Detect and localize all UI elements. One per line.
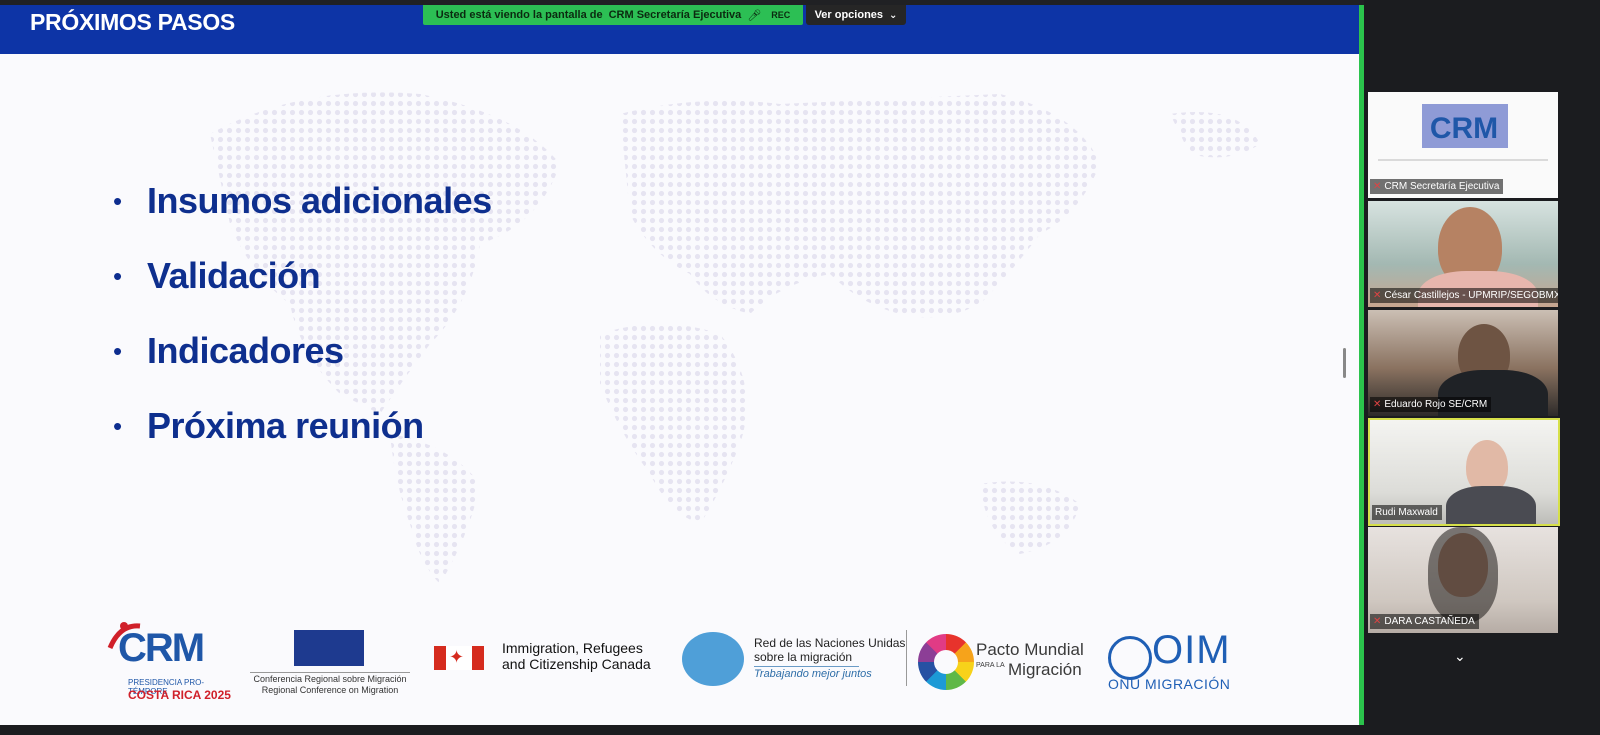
bullet-item: • Próxima reunión bbox=[113, 388, 492, 463]
participant-name: Rudi Maxwald bbox=[1375, 507, 1438, 518]
participant-name: Eduardo Rojo SE/CRM bbox=[1384, 399, 1488, 410]
canada-line1: Immigration, Refugees bbox=[502, 640, 643, 656]
bullet-text: Insumos adicionales bbox=[147, 179, 492, 221]
chevron-down-icon[interactable]: ⌄ bbox=[1454, 648, 1466, 665]
conference-name-en: Regional Conference on Migration bbox=[261, 685, 399, 695]
bullet-text: Indicadores bbox=[147, 329, 344, 371]
bullet-list: • Insumos adicionales • Validación • Indica… bbox=[113, 163, 492, 463]
bullet-text: Próxima reunión bbox=[147, 404, 424, 446]
bullet-item: • Insumos adicionales bbox=[113, 163, 492, 238]
bullet-item: • Indicadores bbox=[113, 313, 492, 388]
crm-wordmark: CRM bbox=[118, 626, 205, 670]
oim-full-name: ONU MIGRACIÓN bbox=[1108, 676, 1231, 692]
un-line2: sobre la migración bbox=[754, 650, 853, 664]
conference-rule bbox=[250, 672, 410, 673]
bullet-dot-icon: • bbox=[113, 185, 123, 216]
pacto-para-la: PARA LA bbox=[976, 662, 1005, 669]
view-options-button[interactable]: Ver opciones ⌄ bbox=[806, 5, 906, 25]
mic-muted-icon: ✕ bbox=[1373, 181, 1382, 192]
sponsor-logos: CRM PRESIDENCIA PRO-TÉMPORE COSTA RICA 2… bbox=[0, 620, 1340, 720]
participant-name-bar: Rudi Maxwald bbox=[1372, 505, 1442, 520]
canada-flag-icon: ✦ bbox=[434, 646, 484, 670]
participant-name: DARA CASTAÑEDA bbox=[1384, 616, 1475, 627]
participant-video-body bbox=[1446, 486, 1536, 524]
canada-logo: ✦ Immigration, Refugees and Citizenship … bbox=[434, 640, 674, 680]
un-line1: Red de las Naciones Unidas bbox=[754, 636, 906, 650]
crm-logo: CRM PRESIDENCIA PRO-TÉMPORE COSTA RICA 2… bbox=[104, 620, 234, 710]
slide-title: PRÓXIMOS PASOS bbox=[30, 9, 235, 35]
participant-name-bar: ✕ DARA CASTAÑEDA bbox=[1370, 614, 1479, 629]
bullet-dot-icon: • bbox=[113, 260, 123, 291]
oim-emblem-icon bbox=[1108, 636, 1152, 680]
presenter-name: CRM Secretaría Ejecutiva bbox=[608, 9, 742, 21]
conference-logo: Conferencia Regional sobre Migración Reg… bbox=[250, 630, 410, 710]
mic-muted-icon: ✕ bbox=[1373, 399, 1382, 410]
conference-name-es: Conferencia Regional sobre Migración bbox=[253, 674, 407, 684]
share-border bbox=[1359, 5, 1364, 725]
panel-resize-handle[interactable] bbox=[1343, 348, 1346, 378]
conference-emblem-icon bbox=[294, 630, 364, 666]
un-rule bbox=[754, 666, 859, 667]
chevron-down-icon: ⌄ bbox=[889, 9, 898, 21]
view-options-label: Ver opciones bbox=[814, 9, 884, 21]
participant-name: César Castillejos - UPMRIP/SEGOBMX bbox=[1384, 290, 1558, 301]
un-globe-icon bbox=[682, 632, 744, 686]
participant-tile[interactable]: ✕ César Castillejos - UPMRIP/SEGOBMX bbox=[1368, 201, 1558, 307]
participant-tile[interactable]: CRM ✕ CRM Secretaría Ejecutiva bbox=[1368, 92, 1558, 198]
participant-name: CRM Secretaría Ejecutiva bbox=[1384, 181, 1500, 192]
bullet-dot-icon: • bbox=[113, 335, 123, 366]
pacto-wheel-icon bbox=[918, 634, 974, 690]
participant-name-bar: ✕ Eduardo Rojo SE/CRM bbox=[1370, 397, 1492, 412]
pacto-mundial-logo: Pacto Mundial PARA LA Migración bbox=[918, 632, 1088, 692]
shared-slide: PRÓXIMOS PASOS • Insumos adicionales • Val… bbox=[0, 0, 1364, 725]
participant-name-bar: ✕ César Castillejos - UPMRIP/SEGOBMX bbox=[1370, 288, 1558, 303]
mic-muted-icon: ✕ bbox=[1373, 616, 1382, 627]
logo-divider bbox=[906, 630, 907, 686]
un-network-logo: Red de las Naciones Unidas sobre la migr… bbox=[682, 632, 906, 692]
bullet-text: Validación bbox=[147, 254, 321, 296]
canada-line2: and Citizenship Canada bbox=[502, 656, 651, 672]
oim-acronym: OIM bbox=[1152, 628, 1231, 672]
mic-muted-icon: 🎤︎ bbox=[747, 9, 762, 22]
bullet-item: • Validación bbox=[113, 238, 492, 313]
oim-logo: OIM ONU MIGRACIÓN bbox=[1108, 628, 1248, 698]
mic-muted-icon: ✕ bbox=[1373, 290, 1382, 301]
rec-indicator: REC bbox=[771, 10, 791, 20]
svg-text:CRM: CRM bbox=[1430, 112, 1498, 145]
crm-country: COSTA RICA 2025 bbox=[128, 688, 231, 702]
share-prefix: Usted está viendo la pantalla de bbox=[435, 9, 603, 21]
participant-video-hair bbox=[1428, 527, 1498, 623]
pacto-line1: Pacto Mundial bbox=[976, 640, 1084, 659]
participant-tile-active-speaker[interactable]: Rudi Maxwald bbox=[1368, 418, 1560, 526]
bullet-dot-icon: • bbox=[113, 410, 123, 441]
un-tagline: Trabajando mejor juntos bbox=[754, 668, 872, 680]
participant-tile[interactable]: ✕ Eduardo Rojo SE/CRM bbox=[1368, 310, 1558, 416]
participant-tile[interactable]: ✕ DARA CASTAÑEDA bbox=[1368, 527, 1558, 633]
screen-share-banner: Usted está viendo la pantalla de CRM Sec… bbox=[423, 5, 803, 25]
pacto-line2: Migración bbox=[1008, 660, 1082, 679]
participant-name-bar: ✕ CRM Secretaría Ejecutiva bbox=[1370, 179, 1504, 194]
